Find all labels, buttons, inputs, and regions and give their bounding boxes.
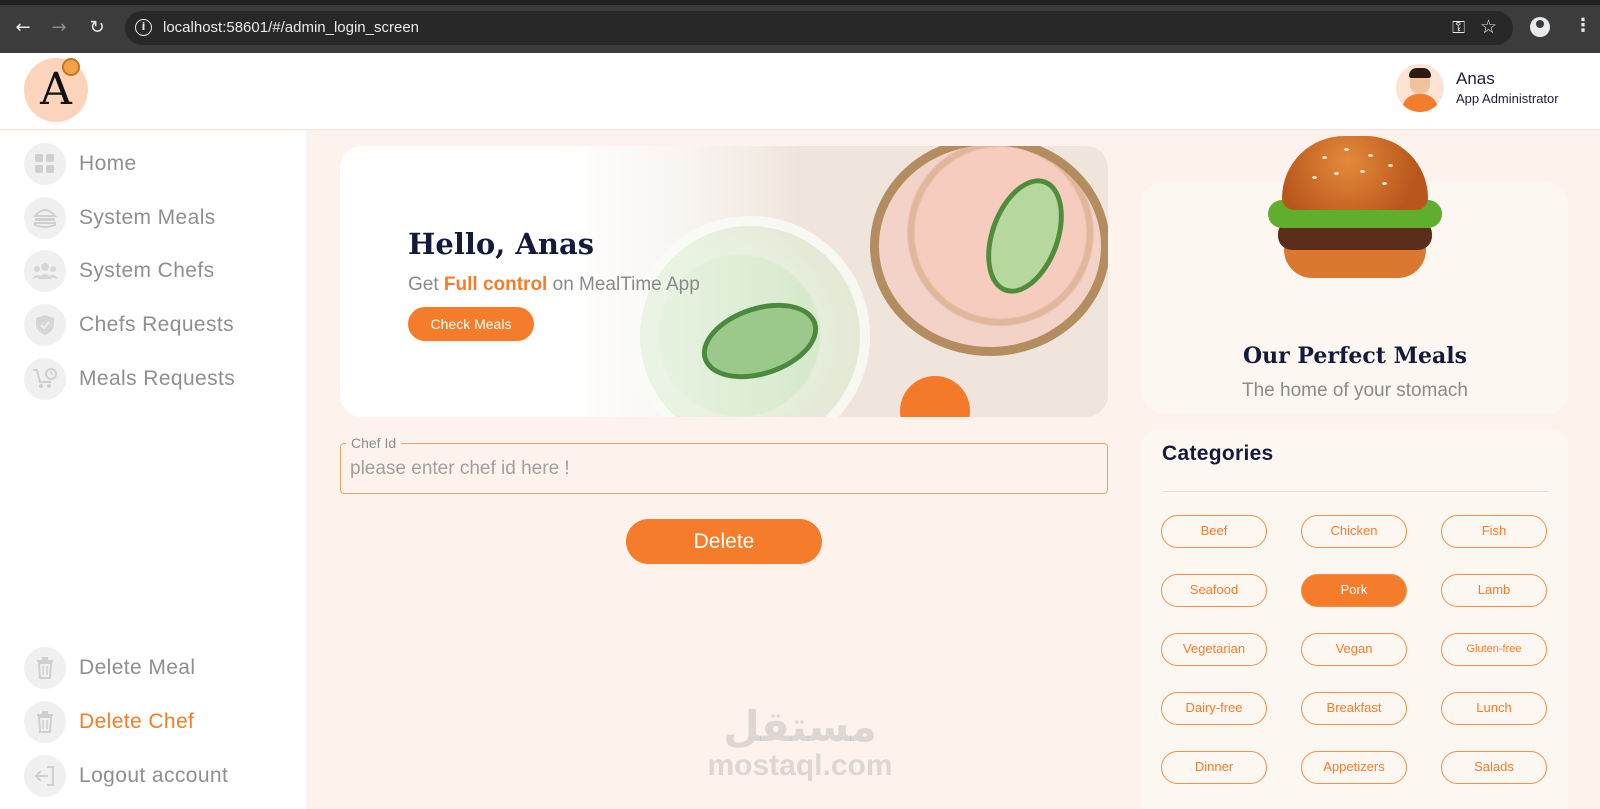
meals-subtitle: The home of your stomach bbox=[1242, 380, 1468, 401]
password-key-icon[interactable]: ⚿ bbox=[1452, 18, 1465, 38]
sidebar-item-label: Meals Requests bbox=[79, 367, 236, 390]
category-chip-gluten-free[interactable]: Gluten-free bbox=[1441, 633, 1547, 666]
back-icon[interactable]: ← bbox=[12, 17, 34, 39]
meals-title: Our Perfect Meals bbox=[1243, 343, 1467, 369]
banner-greeting: Hello, Anas bbox=[408, 227, 595, 261]
sidebar-item-system-chefs[interactable]: System Chefs bbox=[24, 249, 294, 293]
category-chip-dairy-free[interactable]: Dairy-free bbox=[1161, 692, 1267, 725]
sidebar-item-chefs-requests[interactable]: Chefs Requests bbox=[24, 303, 294, 347]
bookmark-star-icon[interactable]: ☆ bbox=[1480, 16, 1497, 38]
banner-subtitle: Get Full control on MealTime App bbox=[408, 274, 700, 295]
sidebar-item-label: Delete Meal bbox=[79, 656, 196, 679]
divider bbox=[1162, 491, 1548, 492]
sidebar-item-home[interactable]: Home bbox=[24, 142, 294, 186]
trash-icon bbox=[24, 701, 66, 743]
watermark-arabic: مستقل bbox=[723, 702, 877, 751]
watermark: مستقل mostaql.com bbox=[702, 703, 898, 781]
browser-toolbar: ← → ↻ i localhost:58601/#/admin_login_sc… bbox=[0, 0, 1600, 53]
sidebar-item-label: Logout account bbox=[79, 764, 229, 787]
avatar[interactable] bbox=[1396, 64, 1444, 112]
burger-image bbox=[1262, 136, 1448, 288]
category-chip-salads[interactable]: Salads bbox=[1441, 751, 1547, 784]
category-chip-chicken[interactable]: Chicken bbox=[1301, 515, 1407, 548]
category-chip-breakfast[interactable]: Breakfast bbox=[1301, 692, 1407, 725]
banner-highlight: Full control bbox=[443, 274, 548, 295]
reload-icon[interactable]: ↻ bbox=[86, 17, 108, 39]
cart-clock-icon bbox=[24, 358, 66, 400]
sidebar-item-label: Home bbox=[79, 152, 137, 175]
trash-icon bbox=[24, 647, 66, 689]
profile-icon[interactable] bbox=[1530, 17, 1550, 37]
category-chip-vegetarian[interactable]: Vegetarian bbox=[1161, 633, 1267, 666]
logout-icon bbox=[24, 755, 66, 797]
delete-button[interactable]: Delete bbox=[626, 519, 822, 564]
app-header: A Anas App Administrator bbox=[0, 53, 1600, 130]
sidebar-item-delete-chef[interactable]: Delete Chef bbox=[24, 700, 294, 744]
sidebar-item-label: Chefs Requests bbox=[79, 313, 235, 336]
category-chip-appetizers[interactable]: Appetizers bbox=[1301, 751, 1407, 784]
sidebar-item-delete-meal[interactable]: Delete Meal bbox=[24, 646, 294, 690]
sidebar-item-label: Delete Chef bbox=[79, 710, 195, 733]
category-chip-lunch[interactable]: Lunch bbox=[1441, 692, 1547, 725]
category-chip-pork[interactable]: Pork bbox=[1301, 574, 1407, 607]
category-chip-lamb[interactable]: Lamb bbox=[1441, 574, 1547, 607]
category-chip-beef[interactable]: Beef bbox=[1161, 515, 1267, 548]
check-meals-button[interactable]: Check Meals bbox=[408, 307, 534, 341]
sidebar-item-system-meals[interactable]: System Meals bbox=[24, 196, 294, 240]
address-bar[interactable]: i localhost:58601/#/admin_login_screen ⚿… bbox=[125, 11, 1513, 45]
burger-icon bbox=[24, 197, 66, 239]
app-logo[interactable]: A bbox=[24, 58, 88, 122]
tab-strip bbox=[0, 0, 1600, 5]
sidebar-item-logout[interactable]: Logout account bbox=[24, 754, 294, 798]
categories-title: Categories bbox=[1162, 442, 1274, 465]
sidebar-item-label: System Meals bbox=[79, 206, 216, 229]
watermark-latin: mostaql.com bbox=[707, 749, 893, 782]
user-name: Anas bbox=[1456, 69, 1495, 88]
chef-id-label: Chef Id bbox=[346, 435, 402, 451]
cookie-icon bbox=[62, 58, 80, 76]
category-chip-seafood[interactable]: Seafood bbox=[1161, 574, 1267, 607]
category-chip-dinner[interactable]: Dinner bbox=[1161, 751, 1267, 784]
user-role: App Administrator bbox=[1456, 91, 1559, 106]
forward-icon[interactable]: → bbox=[48, 17, 70, 39]
chef-id-input[interactable] bbox=[350, 456, 1090, 482]
category-chip-fish[interactable]: Fish bbox=[1441, 515, 1547, 548]
category-chip-vegan[interactable]: Vegan bbox=[1301, 633, 1407, 666]
address-url[interactable]: localhost:58601/#/admin_login_screen bbox=[163, 19, 419, 36]
kebab-menu-icon[interactable]: ⋮ bbox=[1574, 16, 1592, 36]
sidebar-item-meals-requests[interactable]: Meals Requests bbox=[24, 357, 294, 401]
shield-icon bbox=[24, 304, 66, 346]
site-info-icon[interactable]: i bbox=[135, 19, 152, 36]
users-icon bbox=[24, 250, 66, 292]
grid-icon bbox=[24, 143, 66, 185]
sidebar-item-label: System Chefs bbox=[79, 259, 215, 282]
